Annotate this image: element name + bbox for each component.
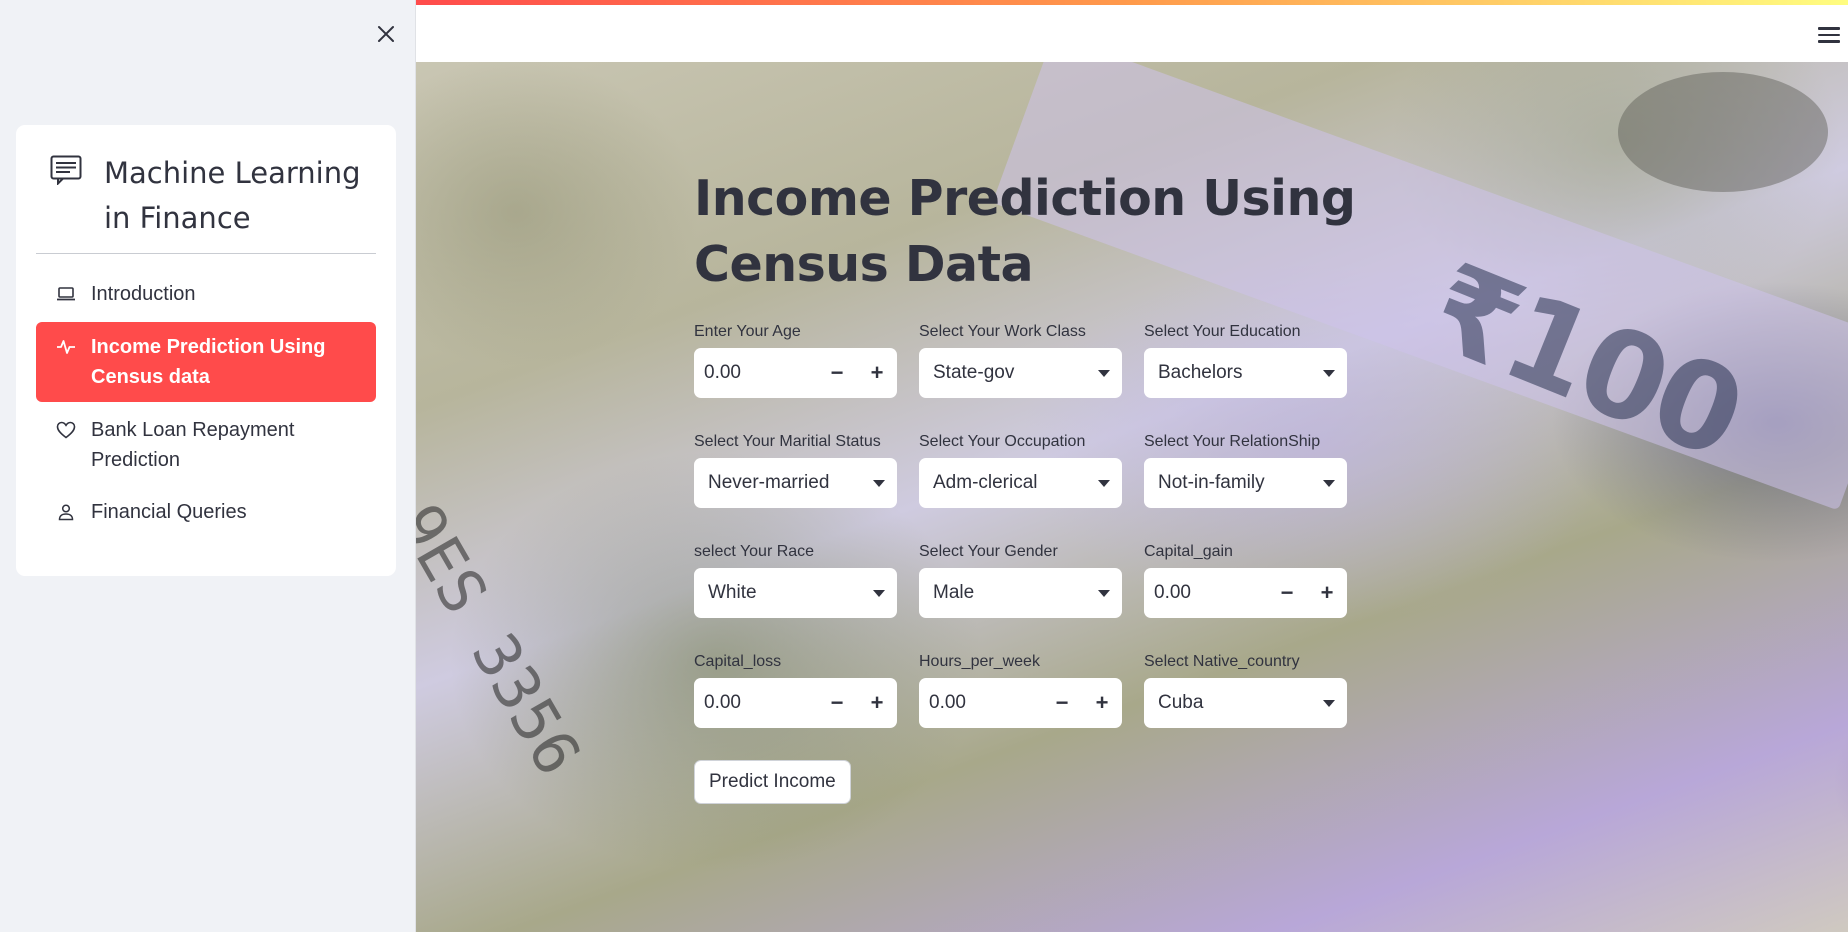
capital-gain-number-input[interactable]: 0.00 − + (1144, 568, 1347, 618)
predict-income-button[interactable]: Predict Income (694, 760, 851, 804)
field-label: select Your Race (694, 543, 815, 560)
chevron-down-icon (1098, 589, 1110, 597)
app-header (416, 0, 1848, 62)
chevron-down-icon (1323, 699, 1335, 707)
gender-select[interactable]: Male (919, 568, 1122, 618)
decrement-button[interactable]: − (817, 348, 857, 398)
decrement-button[interactable]: − (817, 678, 857, 728)
occupation-select[interactable]: Adm-clerical (919, 458, 1122, 508)
capital-gain-field: Capital_gain 0.00 − + (1144, 542, 1347, 652)
background-coin (1618, 72, 1828, 192)
race-select[interactable]: White (694, 568, 897, 618)
heart-icon (56, 420, 76, 440)
number-value[interactable]: 0.00 (694, 362, 817, 384)
field-label: Capital_loss (694, 653, 782, 670)
menu-title: Machine Learning in Finance (104, 151, 361, 241)
hours-per-week-field: Hours_per_week 0.00 − + (919, 652, 1122, 762)
hours-per-week-number-input[interactable]: 0.00 − + (919, 678, 1122, 728)
native-country-select[interactable]: Cuba (1144, 678, 1347, 728)
person-icon (56, 502, 76, 522)
chevron-down-icon (873, 479, 885, 487)
field-label: Capital_gain (1144, 543, 1233, 560)
select-value: White (708, 582, 757, 603)
chevron-down-icon (1098, 369, 1110, 377)
education-select[interactable]: Bachelors (1144, 348, 1347, 398)
increment-button[interactable]: + (857, 678, 897, 728)
increment-button[interactable]: + (1082, 678, 1122, 728)
select-value: Bachelors (1158, 362, 1243, 383)
main-content: ₹100 9ES 3356 Income Prediction Using Ce… (416, 62, 1848, 932)
field-label: Enter Your Age (694, 323, 801, 340)
chevron-down-icon (1323, 369, 1335, 377)
native-country-field: Select Native_country Cuba (1144, 652, 1347, 762)
age-field: Enter Your Age 0.00 − + (694, 322, 897, 432)
sidebar: Machine Learning in Finance Introduction… (0, 0, 416, 932)
select-value: Not-in-family (1158, 472, 1265, 493)
menu-items: Introduction Income Prediction Using Cen… (36, 270, 376, 536)
relationship-select[interactable]: Not-in-family (1144, 458, 1347, 508)
work-class-select[interactable]: State-gov (919, 348, 1122, 398)
menu-item-financial-queries[interactable]: Financial Queries (36, 488, 376, 536)
field-label: Select Your Work Class (919, 323, 1086, 340)
background-banknote-serial: 9ES 3356 (416, 492, 596, 788)
field-label: Select Your Education (1144, 323, 1301, 340)
gender-field: Select Your Gender Male (919, 542, 1122, 652)
menu-item-label: Financial Queries (91, 501, 247, 523)
select-value: Adm-clerical (933, 472, 1038, 493)
card-text-icon (50, 155, 82, 185)
page-title: Income Prediction Using Census Data (694, 170, 1356, 293)
field-label: Select Your Gender (919, 543, 1058, 560)
decrement-button[interactable]: − (1042, 678, 1082, 728)
menu-item-income-prediction[interactable]: Income Prediction Using Census data (36, 322, 376, 402)
select-value: Cuba (1158, 692, 1204, 713)
option-menu: Machine Learning in Finance Introduction… (16, 125, 396, 576)
field-label: Select Your RelationShip (1144, 433, 1321, 450)
menu-item-introduction[interactable]: Introduction (36, 270, 376, 318)
menu-item-label: Bank Loan Repayment Prediction (91, 419, 295, 471)
age-number-input[interactable]: 0.00 − + (694, 348, 897, 398)
marital-status-field: Select Your Maritial Status Never-marrie… (694, 432, 897, 542)
header-decoration (416, 0, 1848, 5)
menu-item-bank-loan[interactable]: Bank Loan Repayment Prediction (36, 406, 376, 484)
occupation-field: Select Your Occupation Adm-clerical (919, 432, 1122, 542)
menu-title-line2: in Finance (104, 201, 251, 235)
number-value[interactable]: 0.00 (919, 692, 1042, 714)
field-label: Hours_per_week (919, 653, 1040, 670)
activity-icon (56, 337, 76, 357)
capital-loss-field: Capital_loss 0.00 − + (694, 652, 897, 762)
menu-item-label: Income Prediction Using Census data (91, 336, 326, 388)
chevron-down-icon (873, 589, 885, 597)
field-label: Select Your Occupation (919, 433, 1086, 450)
close-sidebar-button[interactable] (374, 22, 398, 46)
select-value: Male (933, 582, 975, 603)
hamburger-icon[interactable] (1818, 27, 1840, 45)
close-icon (378, 26, 394, 42)
select-value: State-gov (933, 362, 1015, 383)
increment-button[interactable]: + (857, 348, 897, 398)
increment-button[interactable]: + (1307, 568, 1347, 618)
menu-title-line1: Machine Learning (104, 156, 361, 190)
chevron-down-icon (1323, 479, 1335, 487)
race-field: select Your Race White (694, 542, 897, 652)
prediction-form: Enter Your Age 0.00 − + Select Your Work… (694, 322, 1494, 762)
chevron-down-icon (1098, 479, 1110, 487)
decrement-button[interactable]: − (1267, 568, 1307, 618)
menu-item-label: Introduction (91, 283, 196, 305)
form-section: Income Prediction Using Census Data Ente… (694, 62, 1494, 804)
capital-loss-number-input[interactable]: 0.00 − + (694, 678, 897, 728)
number-value[interactable]: 0.00 (1144, 582, 1267, 604)
laptop-icon (56, 284, 76, 304)
menu-header: Machine Learning in Finance (36, 145, 376, 254)
marital-status-select[interactable]: Never-married (694, 458, 897, 508)
number-value[interactable]: 0.00 (694, 692, 817, 714)
field-label: Select Native_country (1144, 653, 1300, 670)
relationship-field: Select Your RelationShip Not-in-family (1144, 432, 1347, 542)
education-field: Select Your Education Bachelors (1144, 322, 1347, 432)
select-value: Never-married (708, 472, 830, 493)
field-label: Select Your Maritial Status (694, 433, 881, 450)
work-class-field: Select Your Work Class State-gov (919, 322, 1122, 432)
